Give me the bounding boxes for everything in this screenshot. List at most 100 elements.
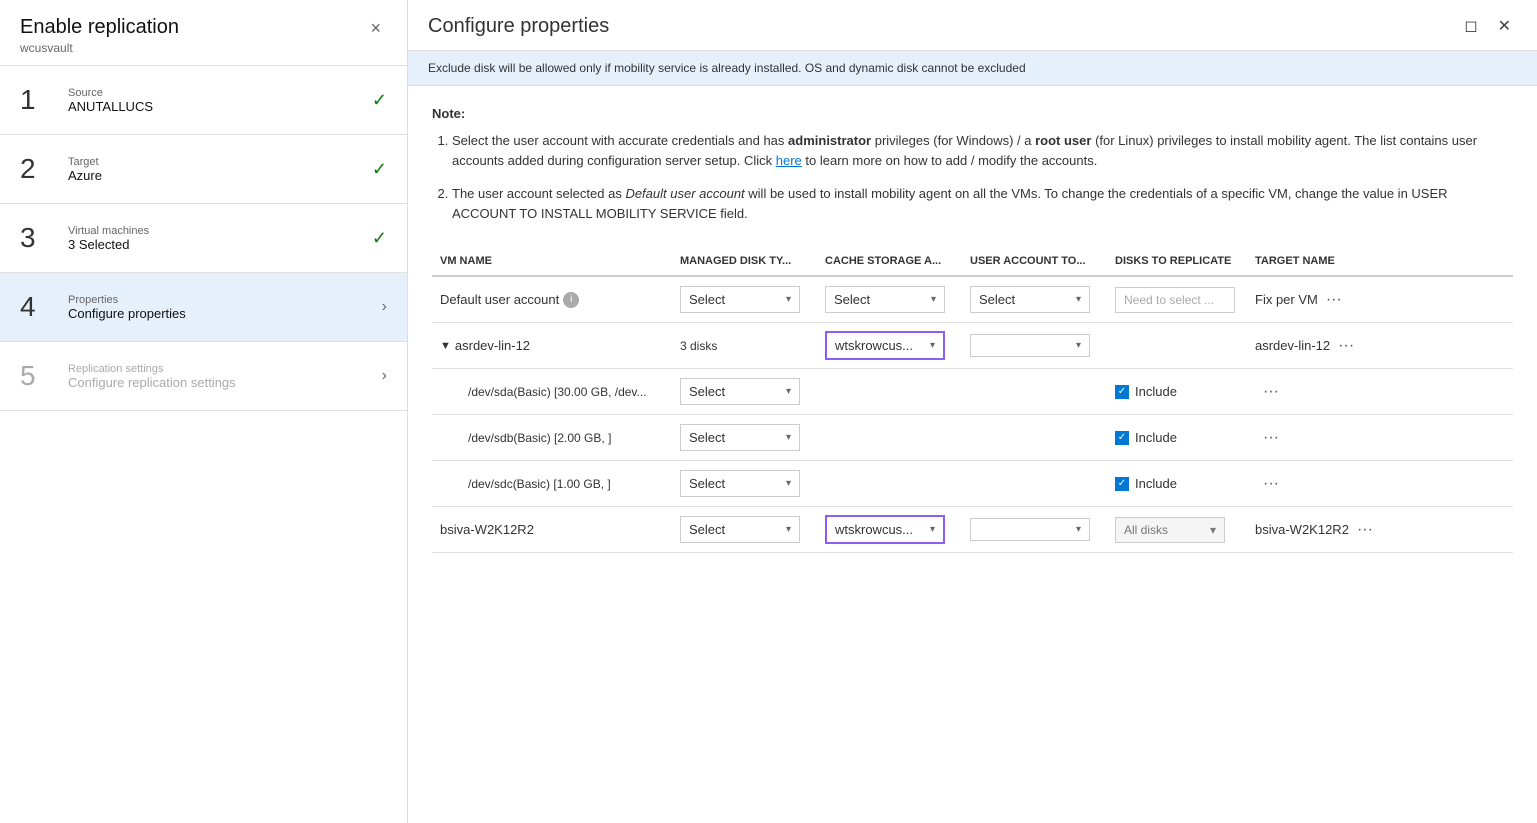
sdb-more-button[interactable]: ··· — [1255, 427, 1287, 449]
step-3-check-icon: ✓ — [372, 228, 387, 249]
step-2[interactable]: 2 Target Azure ✓ — [0, 135, 407, 204]
table-row-asrdev: ▼ asrdev-lin-12 3 disks wtskrowcus... ▾ … — [432, 323, 1513, 369]
cell-sdb-include: ✓ Include — [1107, 426, 1247, 449]
left-close-button[interactable]: × — [364, 16, 387, 41]
cell-sdb-name: /dev/sdb(Basic) [2.00 GB, ] — [432, 427, 672, 449]
sda-disk-label: /dev/sda(Basic) [30.00 GB, /dev... — [440, 385, 647, 399]
cell-default-cache: Select ▾ — [817, 282, 962, 317]
cell-sda-managed: Select ▾ — [672, 374, 817, 409]
asrdev-more-button[interactable]: ··· — [1330, 335, 1362, 357]
sdb-include-label: Include — [1135, 430, 1177, 445]
step-3-value: 3 Selected — [68, 237, 372, 252]
right-close-button[interactable]: ✕ — [1492, 14, 1517, 38]
cell-bsiva-disks: All disks ▾ — [1107, 513, 1247, 547]
sdc-include-cell: ✓ Include — [1115, 476, 1177, 491]
step-1[interactable]: 1 Source ANUTALLUCS ✓ — [0, 66, 407, 135]
sda-more-button[interactable]: ··· — [1255, 381, 1287, 403]
step-4-number: 4 — [20, 291, 56, 323]
step-4[interactable]: 4 Properties Configure properties › — [0, 273, 407, 342]
step-1-check-icon: ✓ — [372, 90, 387, 111]
cell-sda-name: /dev/sda(Basic) [30.00 GB, /dev... — [432, 381, 672, 403]
step-3[interactable]: 3 Virtual machines 3 Selected ✓ — [0, 204, 407, 273]
bsiva-cache-select[interactable]: wtskrowcus... ▾ — [825, 515, 945, 544]
bsiva-user-arrow: ▾ — [1076, 524, 1081, 535]
step-4-arrow-icon: › — [382, 298, 387, 316]
step-5-label: Replication settings — [68, 363, 382, 375]
sdb-include-checkbox[interactable]: ✓ — [1115, 431, 1129, 445]
cell-default-target: Fix per VM ··· — [1247, 285, 1513, 315]
step-5-number: 5 — [20, 360, 56, 392]
info-icon[interactable]: i — [563, 292, 579, 308]
sda-include-checkbox[interactable]: ✓ — [1115, 385, 1129, 399]
asrdev-user-arrow: ▾ — [1076, 340, 1081, 351]
default-managed-disk-value: Select — [689, 292, 725, 307]
default-user-select[interactable]: Select ▾ — [970, 286, 1090, 313]
step-1-value: ANUTALLUCS — [68, 99, 372, 114]
steps-list: 1 Source ANUTALLUCS ✓ 2 Target Azure ✓ 3… — [0, 66, 407, 823]
sdc-include-checkbox[interactable]: ✓ — [1115, 477, 1129, 491]
asrdev-cache-select[interactable]: wtskrowcus... ▾ — [825, 331, 945, 360]
right-header: Configure properties ◻ ✕ — [408, 0, 1537, 51]
sda-include-cell: ✓ Include — [1115, 384, 1177, 399]
th-cache-storage: CACHE STORAGE A... — [817, 255, 962, 267]
cell-sdc-name: /dev/sdc(Basic) [1.00 GB, ] — [432, 473, 672, 495]
sdc-managed-arrow: ▾ — [786, 478, 791, 489]
asrdev-vm-label: asrdev-lin-12 — [455, 338, 530, 353]
sda-include-label: Include — [1135, 384, 1177, 399]
cell-sda-include: ✓ Include — [1107, 380, 1247, 403]
sdb-managed-value: Select — [689, 430, 725, 445]
default-user-label: Default user account — [440, 292, 559, 307]
step-1-label: Source — [68, 87, 372, 99]
sdb-managed-select[interactable]: Select ▾ — [680, 424, 800, 451]
bsiva-disks-select[interactable]: All disks ▾ — [1115, 517, 1225, 543]
table-header: VM NAME MANAGED DISK TY... CACHE STORAGE… — [432, 247, 1513, 277]
bsiva-managed-select[interactable]: Select ▾ — [680, 516, 800, 543]
cell-asrdev-managed: 3 disks — [672, 335, 817, 357]
cell-sda-user — [962, 388, 1107, 396]
th-managed-disk: MANAGED DISK TY... — [672, 255, 817, 267]
asrdev-user-select[interactable]: ▾ — [970, 334, 1090, 357]
bsiva-more-button[interactable]: ··· — [1349, 519, 1381, 541]
italic-default-user: Default user account — [625, 186, 744, 201]
sdc-more-button[interactable]: ··· — [1255, 473, 1287, 495]
cell-default-managed: Select ▾ — [672, 282, 817, 317]
step-2-check-icon: ✓ — [372, 159, 387, 180]
right-panel-title: Configure properties — [428, 15, 609, 38]
left-header-info: Enable replication wcusvault — [20, 16, 179, 55]
default-managed-disk-arrow: ▾ — [786, 294, 791, 305]
sda-managed-arrow: ▾ — [786, 386, 791, 397]
step-2-value: Azure — [68, 168, 372, 183]
table-row-bsiva: bsiva-W2K12R2 Select ▾ wtskrowcus... ▾ — [432, 507, 1513, 553]
here-link[interactable]: here — [776, 153, 802, 168]
default-target-label: Fix per VM — [1255, 292, 1318, 307]
cell-sdc-more: ··· — [1247, 469, 1513, 499]
sdc-managed-select[interactable]: Select ▾ — [680, 470, 800, 497]
cell-bsiva-user: ▾ — [962, 514, 1107, 545]
step-5[interactable]: 5 Replication settings Configure replica… — [0, 342, 407, 411]
default-managed-disk-select[interactable]: Select ▾ — [680, 286, 800, 313]
table-section: VM NAME MANAGED DISK TY... CACHE STORAGE… — [432, 247, 1513, 553]
default-cache-select[interactable]: Select ▾ — [825, 286, 945, 313]
bsiva-cache-value: wtskrowcus... — [835, 522, 913, 537]
maximize-button[interactable]: ◻ — [1458, 14, 1483, 38]
step-2-number: 2 — [20, 153, 56, 185]
left-header: Enable replication wcusvault × — [0, 0, 407, 66]
bsiva-user-select[interactable]: ▾ — [970, 518, 1090, 541]
note-2: The user account selected as Default use… — [452, 184, 1513, 223]
asrdev-disks-count: 3 disks — [680, 339, 717, 353]
default-cache-arrow: ▾ — [931, 294, 936, 305]
cell-bsiva-name: bsiva-W2K12R2 — [432, 518, 672, 541]
sdc-include-label: Include — [1135, 476, 1177, 491]
asrdev-expand-icon[interactable]: ▼ — [440, 340, 451, 352]
cell-sdb-more: ··· — [1247, 423, 1513, 453]
sdc-disk-label: /dev/sdc(Basic) [1.00 GB, ] — [440, 477, 611, 491]
asrdev-cache-value: wtskrowcus... — [835, 338, 913, 353]
content-area: Note: Select the user account with accur… — [408, 86, 1537, 823]
step-3-label: Virtual machines — [68, 225, 372, 237]
bsiva-managed-value: Select — [689, 522, 725, 537]
default-more-button[interactable]: ··· — [1318, 289, 1350, 311]
sda-managed-select[interactable]: Select ▾ — [680, 378, 800, 405]
cell-asrdev-user: ▾ — [962, 330, 1107, 361]
cell-bsiva-target: bsiva-W2K12R2 ··· — [1247, 515, 1513, 545]
sdb-managed-arrow: ▾ — [786, 432, 791, 443]
